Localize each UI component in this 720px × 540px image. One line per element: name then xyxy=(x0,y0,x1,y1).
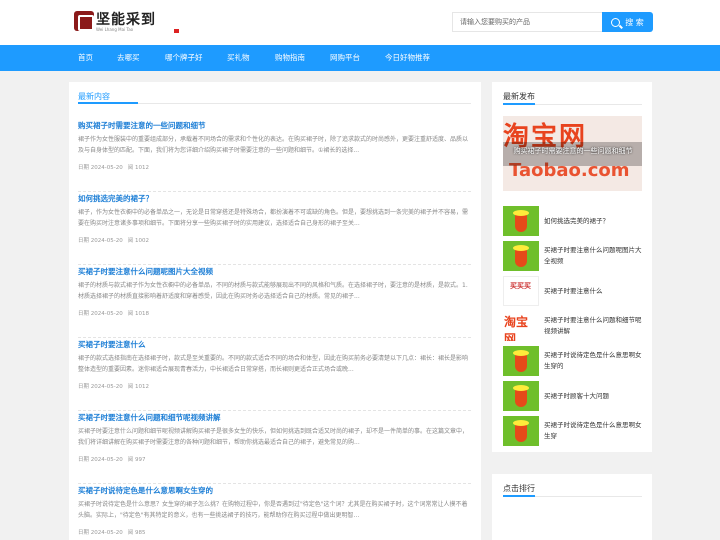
nav-item-which-brand[interactable]: 哪个牌子好 xyxy=(165,45,203,71)
post-thumbnail xyxy=(503,416,539,446)
article-date: 日期 2024-05-20 xyxy=(78,238,123,244)
article-views: 阅 1012 xyxy=(127,384,149,390)
sidebar-post-title: 如何挑选完美的裙子？ xyxy=(544,217,609,225)
post-thumbnail xyxy=(503,241,539,271)
latest-content-panel: 最新内容 购买裙子时需要注意的一些问题和细节 裙子作为女性服装中的重要组成部分，… xyxy=(69,82,481,540)
article-meta: 日期 2024-05-20 阅 1002 xyxy=(78,236,154,244)
article-title[interactable]: 购买裙子时需要注意的一些问题和细节 xyxy=(78,120,206,131)
featured-caption: 购买裙子时需要注意的一些问题和细节 xyxy=(513,147,633,155)
nav-item-home[interactable]: 首页 xyxy=(78,45,93,71)
article-item: 买裙子时说待定色是什么意思啊女生穿的 买裙子时说待定色是什么意思？女生穿的裙子怎… xyxy=(78,485,471,540)
search-icon xyxy=(611,17,621,27)
click-ranking-sidebar: 点击排行 xyxy=(492,474,652,540)
sidebar-title: 最新发布 xyxy=(503,92,535,101)
article-date: 日期 2024-05-20 xyxy=(78,530,123,536)
article-desc: 裙子作为女性服装中的重要组成部分，承载着不同场合的需求和个性化的表达。在购买裙子… xyxy=(78,136,469,154)
logo-subtitle: Wei Lhang Mai Tao xyxy=(96,27,134,32)
post-thumbnail xyxy=(503,346,539,376)
sidebar-post-title: 买裙子时要注意什么问题和细节呢视频讲解 xyxy=(544,316,642,335)
article-views: 阅 997 xyxy=(127,457,146,463)
sidebar-post-title: 买裙子时说待定色是什么意思啊女生穿的 xyxy=(544,351,642,370)
article-date: 日期 2024-05-20 xyxy=(78,311,123,317)
article-title[interactable]: 如何挑选完美的裙子？ xyxy=(78,193,153,204)
article-meta: 日期 2024-05-20 阅 985 xyxy=(78,528,150,536)
thumbnail-text: 买买买 xyxy=(510,282,531,290)
site-logo[interactable]: 坚能采到 Wei Lhang Mai Tao xyxy=(74,11,184,37)
sidebar-post-item[interactable]: 买买买 买裙子时要注意什么 xyxy=(503,276,642,306)
search-button[interactable]: 搜 索 xyxy=(602,12,653,32)
article-desc: 裙子，作为女性衣橱中的必备单品之一，无论是日常穿搭还是特殊场合，都扮演着不可或缺… xyxy=(78,209,469,227)
sidebar-post-item[interactable]: 买裙子时要注意什么问题呢图片大全视频 xyxy=(503,241,642,271)
article-title[interactable]: 买裙子时说待定色是什么意思啊女生穿的 xyxy=(78,485,213,496)
article-views: 阅 1018 xyxy=(127,311,149,317)
sidebar-title: 点击排行 xyxy=(503,484,535,493)
article-item: 购买裙子时需要注意的一些问题和细节 裙子作为女性服装中的重要组成部分，承载着不同… xyxy=(78,120,471,192)
article-desc: 买裙子时说待定色是什么意思？女生穿的裙子怎么挑？在购物过程中，你是否遇到过"待定… xyxy=(78,501,468,519)
sidebar-post-title: 买裙子时说待定色是什么意思啊女生穿 xyxy=(544,421,642,440)
nav-item-where-to-buy[interactable]: 去哪买 xyxy=(117,45,140,71)
logo-flag-icon xyxy=(174,29,179,33)
article-views: 阅 1002 xyxy=(127,238,149,244)
sidebar-post-item[interactable]: 买裙子时说待定色是什么意思啊女生穿 xyxy=(503,416,642,446)
section-title: 最新内容 xyxy=(78,92,110,101)
nav-item-gifts[interactable]: 买礼物 xyxy=(227,45,250,71)
search-button-label: 搜 索 xyxy=(625,17,644,27)
nav-item-platforms[interactable]: 网购平台 xyxy=(330,45,360,71)
post-thumbnail xyxy=(503,206,539,236)
post-thumbnail: 淘宝网 xyxy=(503,311,539,341)
sidebar-post-title: 买裙子时要注意什么 xyxy=(544,287,603,295)
sidebar-post-item[interactable]: 买裙子时顾客十大问题 xyxy=(503,381,642,411)
sidebar-accent xyxy=(503,103,535,105)
sidebar-post-title: 买裙子时要注意什么问题呢图片大全视频 xyxy=(544,246,642,265)
featured-post[interactable]: 淘宝网 Taobao.com 购买裙子时需要注意的一些问题和细节 xyxy=(503,116,642,191)
section-accent xyxy=(78,102,138,104)
article-views: 阅 1012 xyxy=(127,165,149,171)
post-thumbnail: 买买买 xyxy=(503,276,539,306)
article-date: 日期 2024-05-20 xyxy=(78,165,123,171)
article-item: 买裙子时要注意什么 裙子的款式选择指南在选择裙子时，款式是至关重要的。不同的款式… xyxy=(78,339,471,411)
sidebar-post-item[interactable]: 如何挑选完美的裙子？ xyxy=(503,206,642,236)
article-meta: 日期 2024-05-20 阅 1018 xyxy=(78,309,154,317)
article-title[interactable]: 买裙子时要注意什么问题呢图片大全视频 xyxy=(78,266,213,277)
nav-item-shopping-guide[interactable]: 购物指南 xyxy=(275,45,305,71)
logo-mark-icon xyxy=(74,11,94,31)
article-item: 买裙子时要注意什么问题和细节呢视频讲解 买裙子时要注意什么问题和细节呢视频讲解购… xyxy=(78,412,471,484)
article-views: 阅 985 xyxy=(127,530,146,536)
article-meta: 日期 2024-05-20 阅 997 xyxy=(78,455,150,463)
search-input[interactable] xyxy=(452,12,602,32)
sidebar-post-item[interactable]: 买裙子时说待定色是什么意思啊女生穿的 xyxy=(503,346,642,376)
thumbnail-text: 淘宝网 xyxy=(504,315,529,341)
article-date: 日期 2024-05-20 xyxy=(78,384,123,390)
search-bar: 搜 索 xyxy=(452,12,653,32)
main-nav: 首页 去哪买 哪个牌子好 买礼物 购物指南 网购平台 今日好物推荐 xyxy=(0,45,720,71)
top-bar: 坚能采到 Wei Lhang Mai Tao 搜 索 xyxy=(0,0,720,45)
sidebar-post-item[interactable]: 淘宝网 买裙子时要注意什么问题和细节呢视频讲解 xyxy=(503,311,642,341)
logo-text: 坚能采到 xyxy=(96,12,156,28)
article-date: 日期 2024-05-20 xyxy=(78,457,123,463)
article-desc: 裙子的材质与款式裙子作为女性衣橱中的必备单品，不同的材质与款式能够展现出不同的风… xyxy=(78,282,468,300)
latest-posts-sidebar: 最新发布 淘宝网 Taobao.com 购买裙子时需要注意的一些问题和细节 如何… xyxy=(492,82,652,452)
post-thumbnail xyxy=(503,381,539,411)
nav-item-today-picks[interactable]: 今日好物推荐 xyxy=(385,45,430,71)
article-meta: 日期 2024-05-20 阅 1012 xyxy=(78,382,154,390)
article-desc: 裙子的款式选择指南在选择裙子时，款式是至关重要的。不同的款式适合不同的场合和体型… xyxy=(78,355,469,373)
article-title[interactable]: 买裙子时要注意什么问题和细节呢视频讲解 xyxy=(78,412,221,423)
article-title[interactable]: 买裙子时要注意什么 xyxy=(78,339,146,350)
article-item: 如何挑选完美的裙子？ 裙子，作为女性衣橱中的必备单品之一，无论是日常穿搭还是特殊… xyxy=(78,193,471,265)
sidebar-accent xyxy=(503,495,535,497)
article-meta: 日期 2024-05-20 阅 1012 xyxy=(78,163,154,171)
article-desc: 买裙子时要注意什么问题和细节呢视频讲解购买裙子是很多女生的快乐，但如何挑选到既合… xyxy=(78,428,469,446)
sidebar-post-title: 买裙子时顾客十大问题 xyxy=(544,392,609,400)
article-item: 买裙子时要注意什么问题呢图片大全视频 裙子的材质与款式裙子作为女性衣橱中的必备单… xyxy=(78,266,471,338)
